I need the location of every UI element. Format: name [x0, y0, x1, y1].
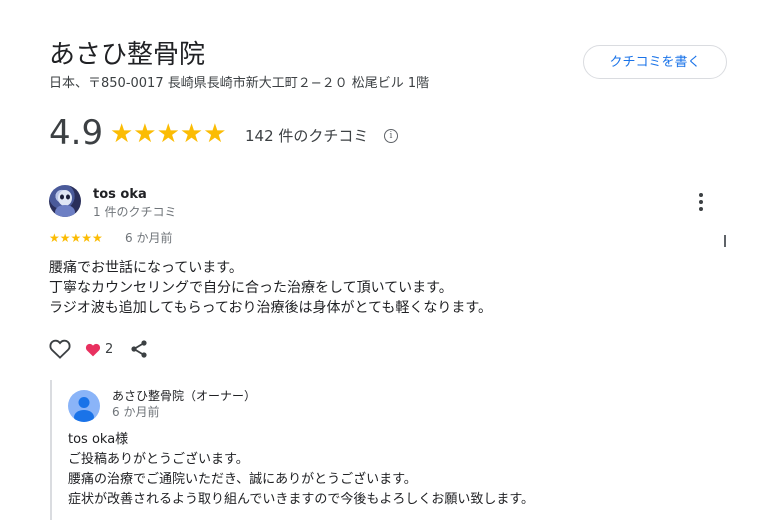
share-icon[interactable]: [129, 339, 149, 359]
review-text-line: 丁寧なカウンセリングで自分に合った治療をして頂いています。: [49, 280, 453, 296]
write-review-button[interactable]: クチコミを書く: [583, 45, 727, 79]
rating-stars: ★★★★★: [110, 119, 227, 149]
review-date: 6 か月前: [125, 231, 173, 245]
reply-text-line: tos oka様: [68, 432, 129, 447]
review-text: 腰痛でお世話になっています。 丁寧なカウンセリングで自分に合った治療をして頂いて…: [49, 258, 492, 318]
business-name: あさひ整骨院: [49, 40, 206, 70]
reviewer-avatar[interactable]: [49, 185, 81, 217]
more-vertical-icon[interactable]: [693, 191, 709, 213]
review-count[interactable]: 142 件のクチコミ: [245, 126, 368, 146]
rating-score: 4.9: [49, 113, 104, 153]
business-header: あさひ整骨院 日本、〒850-0017 長崎県長崎市新大工町２−２０ 松尾ビル …: [49, 39, 739, 99]
owner-reply: あさひ整骨院（オーナー） 6 か月前 tos oka様 ご投稿ありがとうございま…: [50, 380, 742, 520]
business-address: 日本、〒850-0017 長崎県長崎市新大工町２−２０ 松尾ビル 1階: [49, 76, 430, 91]
review-text-line: 腰痛でお世話になっています。: [49, 260, 243, 276]
info-icon[interactable]: i: [384, 129, 398, 143]
heart-outline-icon[interactable]: [49, 339, 71, 359]
heart-filled-icon: [85, 342, 101, 358]
reviewer-name[interactable]: tos oka: [93, 187, 147, 203]
review-actions: 2: [49, 338, 249, 362]
reply-text-line: 腰痛の治療でご通院いただき、誠にありがとうございます。: [68, 472, 417, 487]
reply-text-line: 症状が改善されるよう取り組んでいきますので今後もよろしくお願い致します。: [68, 492, 535, 507]
owner-reply-date: 6 か月前: [112, 405, 160, 419]
owner-name: あさひ整骨院（オーナー）: [112, 389, 257, 403]
scrollbar-thumb[interactable]: [724, 235, 726, 247]
review-stars: ★★★★★: [49, 231, 103, 245]
rating-summary: 4.9 ★★★★★ 142 件のクチコミ i: [49, 113, 449, 153]
reply-text-line: ご投稿ありがとうございます。: [68, 452, 249, 467]
review-text-line: ラジオ波も追加してもらっており治療後は身体がとても軽くなります。: [49, 300, 492, 316]
reviewer-review-count: 1 件のクチコミ: [93, 205, 177, 219]
owner-reply-text: tos oka様 ご投稿ありがとうございます。 腰痛の治療でご通院いただき、誠に…: [68, 430, 534, 510]
owner-avatar: [68, 390, 100, 422]
reaction-count: 2: [105, 342, 114, 357]
